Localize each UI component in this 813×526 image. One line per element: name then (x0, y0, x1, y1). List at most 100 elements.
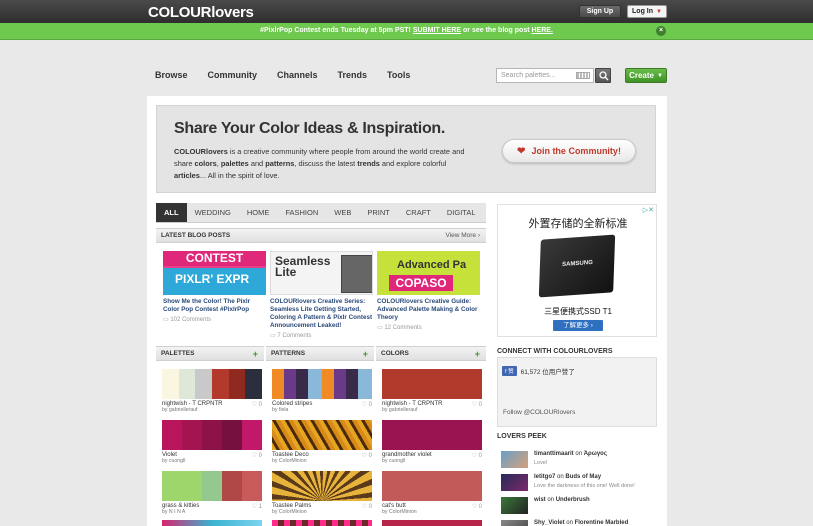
nav-channels[interactable]: Channels (277, 70, 318, 80)
login-button[interactable]: Log In ▼ (627, 5, 667, 18)
blog-thumbnail[interactable]: CONTEST PIXLR' EXPR (163, 251, 266, 295)
signup-button[interactable]: Sign Up (579, 5, 621, 18)
nav-browse[interactable]: Browse (155, 70, 188, 80)
tab-digital-art[interactable]: DIGITAL ART (439, 203, 486, 237)
color-author[interactable]: by cuongll (382, 458, 482, 464)
search-input[interactable]: Search palettes... (496, 68, 594, 83)
nav-trends[interactable]: Trends (338, 70, 368, 80)
blog-title[interactable]: COLOURlovers Creative Guide: Advanced Pa… (377, 298, 480, 322)
tab-web[interactable]: WEB (326, 203, 359, 222)
color-swatch[interactable] (382, 520, 482, 526)
tab-all[interactable]: ALL (156, 203, 187, 222)
palette-author[interactable]: by cuongll (162, 458, 262, 464)
palette-swatch[interactable] (162, 520, 262, 526)
close-icon[interactable]: × (656, 26, 666, 36)
promo-submit-link[interactable]: SUBMIT HERE (413, 27, 461, 34)
pattern-swatch[interactable] (272, 369, 372, 399)
add-palette-icon[interactable]: + (253, 347, 258, 361)
pattern-swatch[interactable] (272, 520, 372, 526)
lovers-peek-item[interactable]: letitgo7 on Buds of May Love the darkness… (501, 474, 661, 494)
add-pattern-icon[interactable]: + (363, 347, 368, 361)
tab-home[interactable]: HOME (239, 203, 278, 222)
pattern-name[interactable]: Toastee Deco (272, 452, 309, 458)
join-community-button[interactable]: ❤ Join the Community! (502, 139, 636, 163)
pattern-item[interactable]: Toastee Deco ♡ 0 by ColorMinion (272, 420, 372, 464)
peek-user[interactable]: Shy_Violet (534, 520, 565, 526)
peek-target[interactable]: Buds of May (565, 474, 601, 480)
heart-count: ♡ 0 (361, 402, 372, 408)
pattern-author[interactable]: by ColorMinion (272, 458, 372, 464)
palette-swatch[interactable] (162, 369, 262, 399)
palette-item[interactable]: grass & kitties ♡ 1 by N I N A (162, 471, 262, 515)
palette-author[interactable]: by gabriellerauf (162, 407, 262, 413)
site-logo[interactable]: COLOURlovers (148, 4, 254, 21)
peek-thumbnail[interactable] (501, 520, 528, 526)
tab-fashion[interactable]: FASHION (277, 203, 326, 222)
fb-like[interactable]: f 赞 61,572 位用户赞了 (502, 366, 575, 376)
color-swatch[interactable] (382, 369, 482, 399)
palette-swatch[interactable] (162, 471, 262, 501)
peek-target[interactable]: Underbrush (556, 497, 590, 503)
palette-item[interactable]: Violet ♡ 0 by cuongll (162, 420, 262, 464)
peek-user[interactable]: letitgo7 (534, 474, 555, 480)
blog-post[interactable]: Advanced Pa COPASO COLOURlovers Creative… (377, 251, 480, 331)
ad-choices-icon[interactable]: ▷✕ (643, 206, 654, 214)
pattern-item[interactable]: Colored stripes ♡ 0 by fiela (272, 369, 372, 413)
color-swatch[interactable] (382, 471, 482, 501)
color-swatch[interactable] (382, 420, 482, 450)
lovers-peek-item[interactable]: wist on Underbrush (501, 497, 661, 517)
pattern-name[interactable]: Colored stripes (272, 401, 312, 407)
color-author[interactable]: by gabriellerauf (382, 407, 482, 413)
blog-post[interactable]: CONTEST PIXLR' EXPR Show Me the Color! T… (163, 251, 266, 323)
peek-user[interactable]: timanttimaarit (534, 451, 574, 457)
twitter-follow-link[interactable]: Follow @COLOURlovers (503, 409, 575, 416)
facebook-like-button[interactable]: f 赞 (502, 366, 517, 376)
peek-thumbnail[interactable] (501, 497, 528, 514)
palettes-header: PALETTES + (156, 346, 264, 361)
tab-wedding[interactable]: WEDDING (187, 203, 239, 222)
promo-here-link[interactable]: HERE. (532, 27, 553, 34)
peek-target[interactable]: Άρωγος (584, 451, 607, 457)
lovers-peek-item[interactable]: timanttimaarit on Άρωγος Love! (501, 451, 661, 471)
palette-item[interactable]: nightwish - T CRPNTR ♡ 0 by gabriellerauf (162, 369, 262, 413)
palette-name[interactable]: nightwish - T CRPNTR (162, 401, 222, 407)
palette-swatch[interactable] (162, 420, 262, 450)
color-name[interactable]: cat's butt (382, 503, 406, 509)
palette-author[interactable]: by N I N A (162, 509, 262, 515)
color-author[interactable]: by ColorMinion (382, 509, 482, 515)
palette-name[interactable]: Violet (162, 452, 177, 458)
peek-user[interactable]: wist (534, 497, 546, 503)
tab-print[interactable]: PRINT (359, 203, 398, 222)
pattern-author[interactable]: by fiela (272, 407, 372, 413)
color-item[interactable]: nightwish - T CRPNTR ♡ 0 by gabriellerauf (382, 369, 482, 413)
search-button[interactable] (595, 68, 611, 83)
nav-tools[interactable]: Tools (387, 70, 410, 80)
color-item[interactable]: grandmother violet ♡ 0 by cuongll (382, 420, 482, 464)
view-more-link[interactable]: View More › (445, 229, 480, 243)
pattern-author[interactable]: by ColorMinion (272, 509, 372, 515)
pattern-item[interactable]: Toastee Palms ♡ 0 by ColorMinion (272, 471, 372, 515)
palette-name[interactable]: grass & kitties (162, 503, 199, 509)
peek-target[interactable]: Florentine Marbled (575, 520, 629, 526)
blog-post[interactable]: Seamless Lite COLOURlovers Creative Serie… (270, 251, 373, 339)
color-item[interactable]: cat's butt ♡ 0 by ColorMinion (382, 471, 482, 515)
blog-thumbnail[interactable]: Advanced Pa COPASO (377, 251, 480, 295)
pattern-swatch[interactable] (272, 471, 372, 501)
color-name[interactable]: grandmother violet (382, 452, 432, 458)
tab-craft[interactable]: CRAFT (398, 203, 439, 222)
search-type-icon[interactable] (576, 72, 590, 79)
color-name[interactable]: nightwish - T CRPNTR (382, 401, 442, 407)
pattern-swatch[interactable] (272, 420, 372, 450)
blog-title[interactable]: Show Me the Color! The Pixlr Color Pop C… (163, 298, 266, 314)
add-color-icon[interactable]: + (475, 347, 480, 361)
blog-title[interactable]: COLOURlovers Creative Series: Seamless L… (270, 298, 373, 330)
blog-thumbnail[interactable]: Seamless Lite (270, 251, 373, 295)
ad-banner[interactable]: ▷✕ 外置存储的全新标准 SAMSUNG 三星便携式SSD T1 了解更多 › (497, 204, 657, 337)
create-button[interactable]: Create ▼ (625, 68, 667, 83)
nav-community[interactable]: Community (208, 70, 258, 80)
peek-thumbnail[interactable] (501, 474, 528, 491)
pattern-name[interactable]: Toastee Palms (272, 503, 311, 509)
ad-learn-more-button[interactable]: 了解更多 › (553, 320, 603, 331)
lovers-peek-item[interactable]: Shy_Violet on Florentine Marbled (501, 520, 661, 526)
peek-thumbnail[interactable] (501, 451, 528, 468)
